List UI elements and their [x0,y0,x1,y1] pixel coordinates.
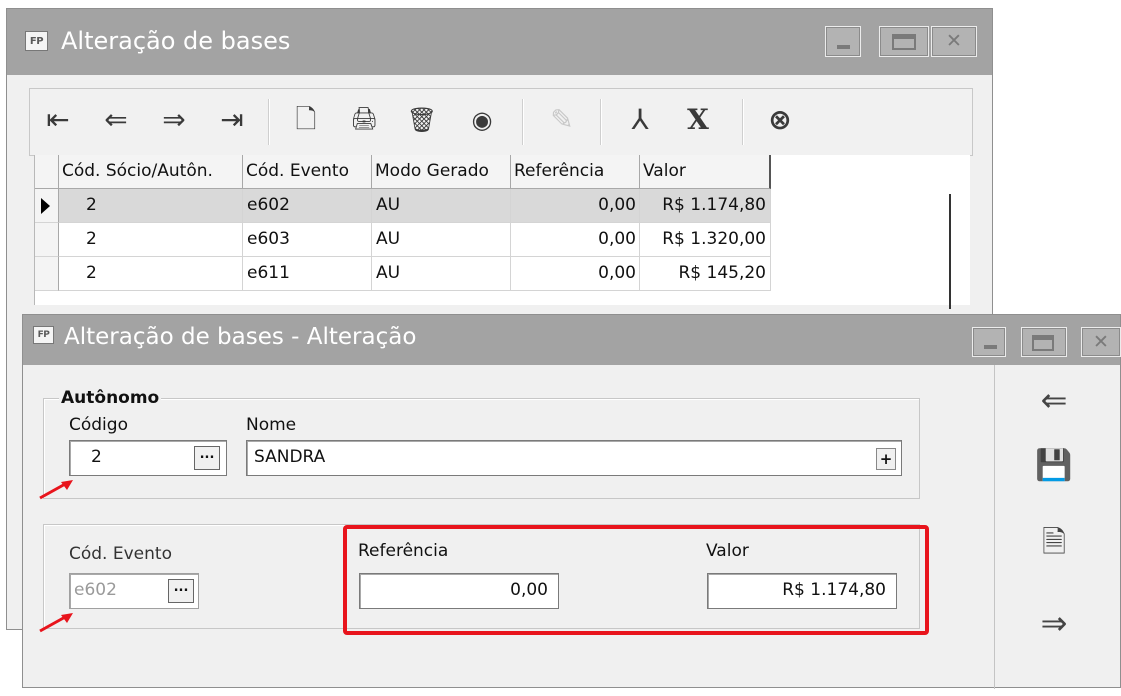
cancel-document-icon[interactable]: 🗎 [1031,521,1077,565]
cell-modo[interactable]: AU [372,189,511,223]
cod-evento-label: Cód. Evento [69,544,172,564]
toolbar-separator [742,99,744,145]
edit-window-titlebar[interactable]: FP Alteração de bases - Alteração ✕ [23,315,1121,365]
row-indicator [35,257,59,291]
main-window-title: Alteração de bases [61,27,291,55]
cod-evento-lookup-button[interactable]: ... [168,579,194,603]
cell-valor[interactable]: R$ 1.320,00 [640,223,771,257]
cell-modo[interactable]: AU [372,257,511,291]
new-document-icon[interactable]: 🗋 [286,103,326,137]
edit-window: FP Alteração de bases - Alteração ✕ Autô… [22,314,1121,689]
annotation-arrow-icon [39,480,73,500]
maximize-icon [1032,335,1054,351]
cell-referencia[interactable]: 0,00 [511,223,640,257]
main-window-titlebar[interactable]: FP Alteração de bases ✕ [7,9,992,75]
cell-referencia[interactable]: 0,00 [511,257,640,291]
print-icon[interactable]: 🖨 [344,103,384,137]
cell-evento[interactable]: e611 [243,257,372,291]
column-header-evento[interactable]: Cód. Evento [243,155,372,189]
forward-arrow-icon[interactable]: ⇒ [1031,601,1077,645]
codigo-label: Código [69,415,128,435]
maximize-button[interactable] [879,26,929,57]
column-header-socio[interactable]: Cód. Sócio/Autôn. [59,155,243,189]
row-indicator [35,189,59,223]
last-record-icon[interactable]: ⇥ [212,103,252,137]
minimize-button[interactable] [972,327,1006,357]
cell-modo[interactable]: AU [372,223,511,257]
nome-label: Nome [246,415,297,435]
cell-evento[interactable]: e603 [243,223,372,257]
next-record-icon[interactable]: ⇒ [154,103,194,137]
fp-logo-icon: FP [33,326,54,344]
cell-valor[interactable]: R$ 1.174,80 [640,189,771,223]
table-row[interactable]: 2 e602 AU 0,00 R$ 1.174,80 [35,189,771,223]
codigo-value: 2 [91,447,102,467]
minimize-icon [837,45,850,49]
view-icon[interactable]: ◉ [462,103,502,137]
nome-field[interactable]: SANDRA [246,440,902,476]
autonomo-legend: Autônomo [59,388,162,408]
cell-referencia[interactable]: 0,00 [511,189,640,223]
close-icon: ✕ [1093,331,1109,353]
first-record-icon[interactable]: ⇤ [38,103,78,137]
minimize-icon [984,345,997,349]
close-icon: ✕ [946,30,962,52]
cell-evento[interactable]: e602 [243,189,372,223]
row-indicator [35,223,59,257]
close-button[interactable]: ✕ [1081,327,1121,357]
back-arrow-icon[interactable]: ⇐ [1031,378,1077,422]
minimize-button[interactable] [825,26,861,57]
column-header-referencia[interactable]: Referência [511,155,640,189]
highlight-box [343,525,929,635]
previous-record-icon[interactable]: ⇐ [96,103,136,137]
codigo-lookup-button[interactable]: ... [194,446,220,470]
toolbar-separator [600,99,602,145]
cell-socio[interactable]: 2 [59,257,243,291]
bases-grid: Cód. Sócio/Autôn. Cód. Evento Modo Gerad… [34,155,970,305]
close-circle-icon[interactable]: ⊗ [760,103,800,137]
pdf-icon[interactable]: ⅄ [620,103,660,137]
table-row[interactable]: 2 e611 AU 0,00 R$ 145,20 [35,257,771,291]
close-button[interactable]: ✕ [931,26,977,57]
annotation-arrow-icon [39,613,73,633]
toolbar-separator [268,99,270,145]
grid-header: Cód. Sócio/Autôn. Cód. Evento Modo Gerad… [35,155,771,189]
edit-window-title: Alteração de bases - Alteração [64,324,417,350]
vertical-scrollbar[interactable] [949,194,951,309]
nome-expand-button[interactable]: + [876,448,896,470]
excel-icon[interactable]: X [678,103,718,137]
fp-logo-icon: FP [25,31,48,51]
current-row-icon [41,198,50,214]
table-row[interactable]: 2 e603 AU 0,00 R$ 1.320,00 [35,223,771,257]
cell-socio[interactable]: 2 [59,189,243,223]
maximize-button[interactable] [1021,327,1067,357]
save-icon[interactable]: 💾 [1031,444,1077,488]
side-separator [994,365,995,689]
edit-icon: ✎ [550,103,574,136]
cell-socio[interactable]: 2 [59,223,243,257]
column-header-modo[interactable]: Modo Gerado [372,155,511,189]
cell-valor[interactable]: R$ 145,20 [640,257,771,291]
toolbar-separator [522,99,524,145]
maximize-icon [892,34,916,50]
delete-icon[interactable]: 🗑 [402,103,442,137]
main-toolbar: ⇤ ⇐ ⇒ ⇥ 🗋 🖨 🗑 ◉ ✎ ⅄ X ⊗ [29,88,973,156]
column-header-valor[interactable]: Valor [640,155,771,189]
grid-header-indicator [35,155,59,189]
